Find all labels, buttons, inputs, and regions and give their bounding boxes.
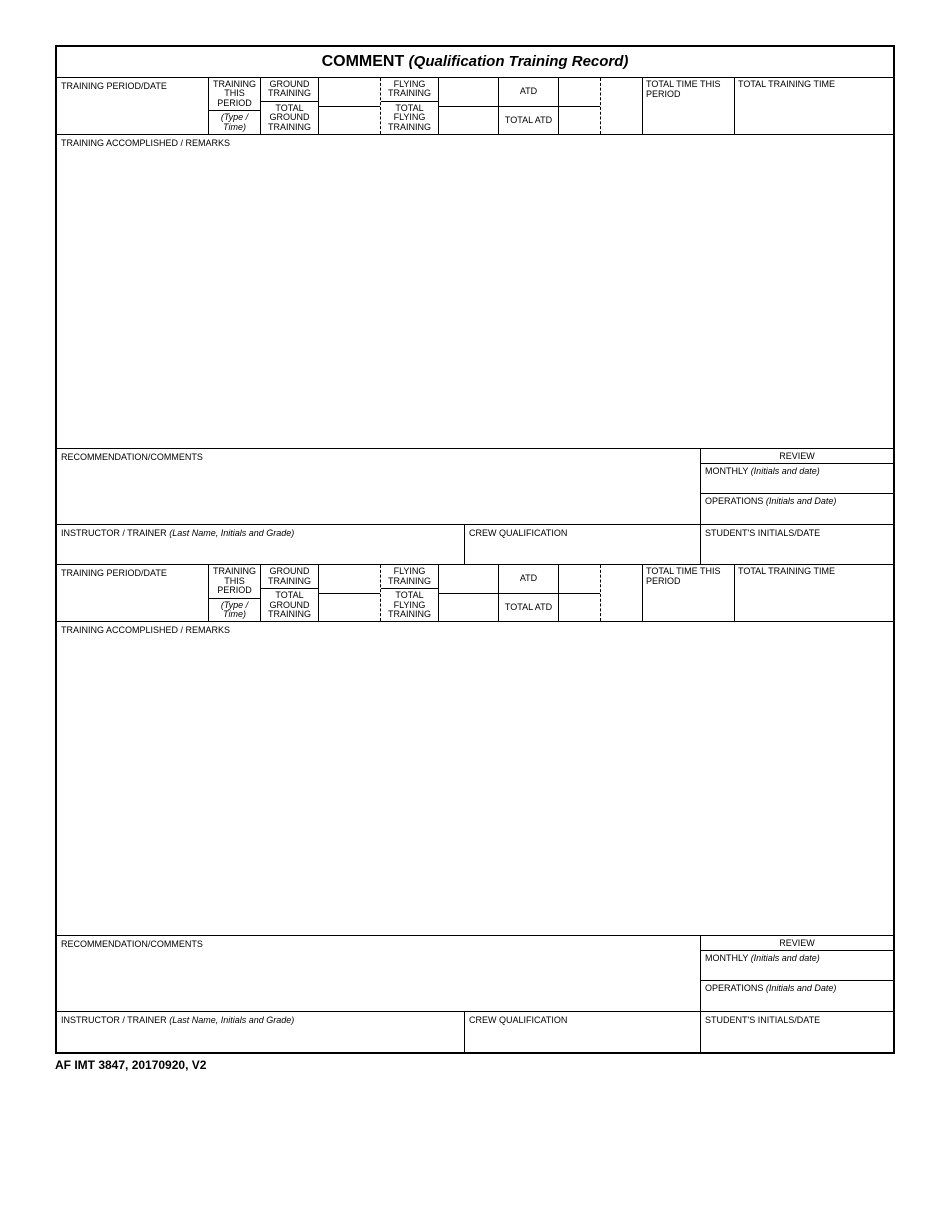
field-total-flying-training[interactable]	[439, 107, 498, 135]
label-total-training-time-2: TOTAL TRAINING TIME	[735, 565, 893, 579]
label-total-atd: TOTAL ATD	[499, 107, 558, 135]
title-main: COMMENT	[322, 53, 405, 70]
label-crew-qual-2: CREW QUALIFICATION	[465, 1012, 701, 1052]
recommendation-row-1: RECOMMENDATION/COMMENTS REVIEW MONTHLY (…	[57, 449, 893, 525]
label-monthly-hint-2: (Initials and date)	[751, 953, 820, 963]
field-ground-training[interactable]	[319, 78, 380, 107]
label-type-time: (Type / Time)	[209, 111, 260, 134]
label-type-time-2: (Type / Time)	[209, 599, 260, 622]
label-total-flying-training: TOTAL FLYING TRAINING	[381, 102, 438, 134]
form-container: COMMENT (Qualification Training Record) …	[55, 45, 895, 1054]
label-monthly-hint: (Initials and date)	[751, 466, 820, 476]
header-grid-1: TRAINING PERIOD/DATE TRAINING THIS PERIO…	[57, 78, 893, 135]
label-monthly: MONTHLY	[705, 466, 748, 476]
label-operations: OPERATIONS	[705, 496, 763, 506]
label-training-period-2: TRAINING PERIOD/DATE	[57, 565, 208, 581]
field-total-ground-training-2[interactable]	[319, 594, 380, 622]
signature-row-2: INSTRUCTOR / TRAINER (Last Name, Initial…	[57, 1012, 893, 1052]
label-training-this-period-2: TRAINING THIS PERIOD	[209, 565, 260, 598]
label-monthly-2: MONTHLY	[705, 953, 748, 963]
label-remarks-2: TRAINING ACCOMPLISHED / REMARKS	[57, 622, 893, 638]
label-total-ground-training-2: TOTAL GROUND TRAINING	[261, 589, 318, 621]
label-ground-training-2: GROUND TRAINING	[261, 565, 318, 589]
label-ground-training: GROUND TRAINING	[261, 78, 318, 102]
label-operations-hint-2: (Initials and Date)	[766, 983, 837, 993]
field-remarks-1[interactable]	[57, 151, 893, 449]
field-flying-training-2[interactable]	[439, 565, 498, 594]
field-remarks-2[interactable]	[57, 638, 893, 936]
field-flying-training[interactable]	[439, 78, 498, 107]
label-flying-training: FLYING TRAINING	[381, 78, 438, 102]
label-review: REVIEW	[701, 449, 893, 464]
label-instructor: INSTRUCTOR / TRAINER	[61, 528, 167, 538]
label-student: STUDENT'S INITIALS/DATE	[701, 525, 893, 564]
label-total-time-this-period: TOTAL TIME THIS PERIOD	[643, 78, 734, 102]
field-total-ground-training[interactable]	[319, 107, 380, 135]
signature-row-1: INSTRUCTOR / TRAINER (Last Name, Initial…	[57, 525, 893, 565]
label-atd: ATD	[499, 78, 558, 107]
label-remarks-1: TRAINING ACCOMPLISHED / REMARKS	[57, 135, 893, 151]
title-row: COMMENT (Qualification Training Record)	[57, 47, 893, 78]
label-total-ground-training: TOTAL GROUND TRAINING	[261, 102, 318, 134]
label-training-period: TRAINING PERIOD/DATE	[57, 78, 208, 94]
label-atd-2: ATD	[499, 565, 558, 594]
title-sub: (Qualification Training Record)	[409, 53, 629, 70]
label-instructor-hint: (Last Name, Initials and Grade)	[169, 528, 294, 538]
field-total-atd-2[interactable]	[559, 594, 600, 622]
field-total-flying-training-2[interactable]	[439, 594, 498, 622]
label-flying-training-2: FLYING TRAINING	[381, 565, 438, 589]
field-atd-2[interactable]	[559, 565, 600, 594]
label-total-atd-2: TOTAL ATD	[499, 594, 558, 622]
label-student-2: STUDENT'S INITIALS/DATE	[701, 1012, 893, 1052]
field-total-atd[interactable]	[559, 107, 600, 135]
label-recommendation-2: RECOMMENDATION/COMMENTS	[57, 936, 701, 1011]
field-atd[interactable]	[559, 78, 600, 107]
label-instructor-hint-2: (Last Name, Initials and Grade)	[169, 1015, 294, 1025]
label-review-2: REVIEW	[701, 936, 893, 951]
form-footer: AF IMT 3847, 20170920, V2	[55, 1054, 895, 1072]
label-operations-hint: (Initials and Date)	[766, 496, 837, 506]
label-total-training-time: TOTAL TRAINING TIME	[735, 78, 893, 92]
label-training-this-period: TRAINING THIS PERIOD	[209, 78, 260, 111]
label-total-time-this-period-2: TOTAL TIME THIS PERIOD	[643, 565, 734, 589]
field-gap-2[interactable]	[601, 565, 643, 621]
label-instructor-2: INSTRUCTOR / TRAINER	[61, 1015, 167, 1025]
field-gap[interactable]	[601, 78, 643, 134]
header-grid-2: TRAINING PERIOD/DATE TRAINING THIS PERIO…	[57, 565, 893, 622]
label-total-flying-training-2: TOTAL FLYING TRAINING	[381, 589, 438, 621]
label-crew-qual: CREW QUALIFICATION	[465, 525, 701, 564]
field-ground-training-2[interactable]	[319, 565, 380, 594]
label-recommendation: RECOMMENDATION/COMMENTS	[57, 449, 701, 524]
recommendation-row-2: RECOMMENDATION/COMMENTS REVIEW MONTHLY (…	[57, 936, 893, 1012]
label-operations-2: OPERATIONS	[705, 983, 763, 993]
